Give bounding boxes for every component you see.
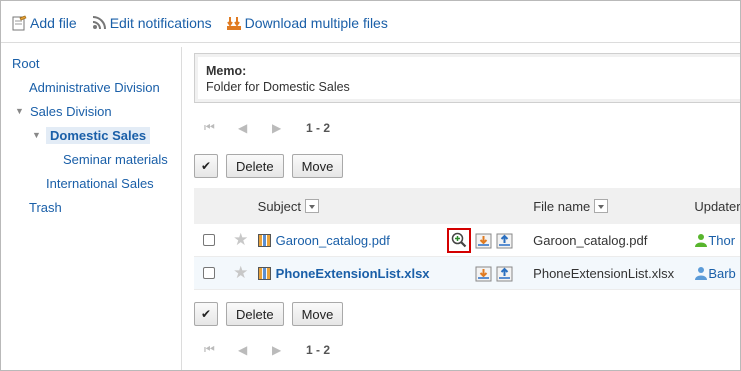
prev-page-icon[interactable]: ◀ <box>238 121 272 135</box>
tree-item-seminar-materials[interactable]: Seminar materials <box>12 147 177 171</box>
tree-item-label: Seminar materials <box>63 151 168 167</box>
add-file-label: Add file <box>30 15 77 31</box>
file-table: Subject File name Updater ★ Garoon_catal… <box>194 188 740 290</box>
download-multiple-button[interactable]: Download multiple files <box>226 15 388 31</box>
select-all-button[interactable]: ✔ <box>194 154 218 178</box>
tree-item-label: Domestic Sales <box>46 126 151 144</box>
folder-memo: Memo: Folder for Domestic Sales <box>194 53 740 103</box>
user-icon <box>695 234 708 247</box>
tree-item-label: Administrative Division <box>29 79 160 95</box>
updater-column-header[interactable]: Updater <box>694 199 740 214</box>
next-page-icon[interactable]: ▶ <box>272 343 306 357</box>
subject-sort-icon[interactable] <box>305 199 320 213</box>
tree-item-international-sales[interactable]: International Sales <box>12 171 177 195</box>
file-name-column-header[interactable]: File name <box>533 199 590 214</box>
preview-button[interactable] <box>446 227 471 253</box>
prev-page-icon[interactable]: ◀ <box>238 343 272 357</box>
move-button[interactable]: Move <box>291 154 344 178</box>
page-range: 1 - 2 <box>306 342 331 357</box>
file-name-cell: PhoneExtensionList.xlsx <box>533 265 675 281</box>
file-subject-link[interactable]: Garoon_catalog.pdf <box>276 233 390 248</box>
expand-triangle-icon[interactable]: ▼ <box>32 130 46 140</box>
delete-button[interactable]: Delete <box>226 302 284 326</box>
actions-bottom: ✔ Delete Move <box>194 302 344 326</box>
pane-divider <box>181 47 182 370</box>
file-name-sort-icon[interactable] <box>594 199 609 213</box>
upload-icon[interactable] <box>496 232 513 249</box>
updater-link[interactable]: Thor <box>708 233 735 248</box>
page-range: 1 - 2 <box>306 120 331 135</box>
expand-triangle-icon[interactable]: ▼ <box>15 106 30 116</box>
tree-item-administrative-division[interactable]: Administrative Division <box>12 75 177 99</box>
toolbar-divider <box>1 42 740 43</box>
tree-item-root[interactable]: Root <box>12 51 177 75</box>
star-icon[interactable]: ★ <box>224 230 258 250</box>
toolbar: Add file Edit notifications Download mul… <box>11 15 388 31</box>
subject-column-header[interactable]: Subject <box>258 199 301 214</box>
file-subject-link[interactable]: PhoneExtensionList.xlsx <box>276 266 430 281</box>
first-page-icon[interactable]: ⏮ <box>204 120 238 135</box>
edit-notifications-label: Edit notifications <box>109 15 212 31</box>
file-name-cell: Garoon_catalog.pdf <box>533 232 648 248</box>
file-icon <box>257 266 271 280</box>
folder-tree: Root Administrative Division ▼ Sales Div… <box>12 51 177 219</box>
notification-icon <box>92 16 106 30</box>
star-icon[interactable]: ★ <box>224 263 258 283</box>
row-checkbox[interactable] <box>202 234 215 246</box>
tree-item-label: International Sales <box>46 175 154 191</box>
select-all-button[interactable]: ✔ <box>194 302 218 326</box>
file-icon <box>257 233 271 247</box>
upload-icon[interactable] <box>496 265 513 282</box>
next-page-icon[interactable]: ▶ <box>272 121 306 135</box>
tree-item-sales-division[interactable]: ▼ Sales Division <box>12 99 177 123</box>
table-row: ★ PhoneExtensionList.xlsx PhoneExtension… <box>194 257 740 290</box>
memo-title: Memo: <box>206 64 247 78</box>
memo-text: Folder for Domestic Sales <box>206 80 350 94</box>
tree-item-trash[interactable]: Trash <box>12 195 177 219</box>
add-file-button[interactable]: Add file <box>11 15 77 31</box>
actions-top: ✔ Delete Move <box>194 154 344 178</box>
move-button[interactable]: Move <box>291 302 344 326</box>
table-header: Subject File name Updater <box>194 188 740 224</box>
tree-item-domestic-sales[interactable]: ▼ Domestic Sales <box>12 123 177 147</box>
tree-item-label: Sales Division <box>30 103 112 119</box>
pager-bottom: ⏮ ◀ ▶ 1 - 2 <box>204 342 330 357</box>
updater-link[interactable]: Barb <box>708 266 735 281</box>
tree-item-label: Root <box>12 55 40 71</box>
window-frame: Add file Edit notifications Download mul… <box>0 0 741 371</box>
download-icon[interactable] <box>475 232 492 249</box>
pager-top: ⏮ ◀ ▶ 1 - 2 <box>204 120 330 135</box>
row-checkbox[interactable] <box>202 267 215 279</box>
download-multiple-label: Download multiple files <box>244 15 388 31</box>
user-icon <box>695 267 708 280</box>
download-icon[interactable] <box>475 265 492 282</box>
first-page-icon[interactable]: ⏮ <box>204 342 238 357</box>
edit-notifications-button[interactable]: Edit notifications <box>91 15 212 31</box>
delete-button[interactable]: Delete <box>226 154 284 178</box>
preview-zoom-icon <box>451 232 466 248</box>
add-file-icon <box>12 15 27 31</box>
table-row: ★ Garoon_catalog.pdf Garoon_catalog.pdf … <box>194 224 740 257</box>
download-multiple-icon <box>226 17 241 30</box>
tree-item-label: Trash <box>29 199 62 215</box>
